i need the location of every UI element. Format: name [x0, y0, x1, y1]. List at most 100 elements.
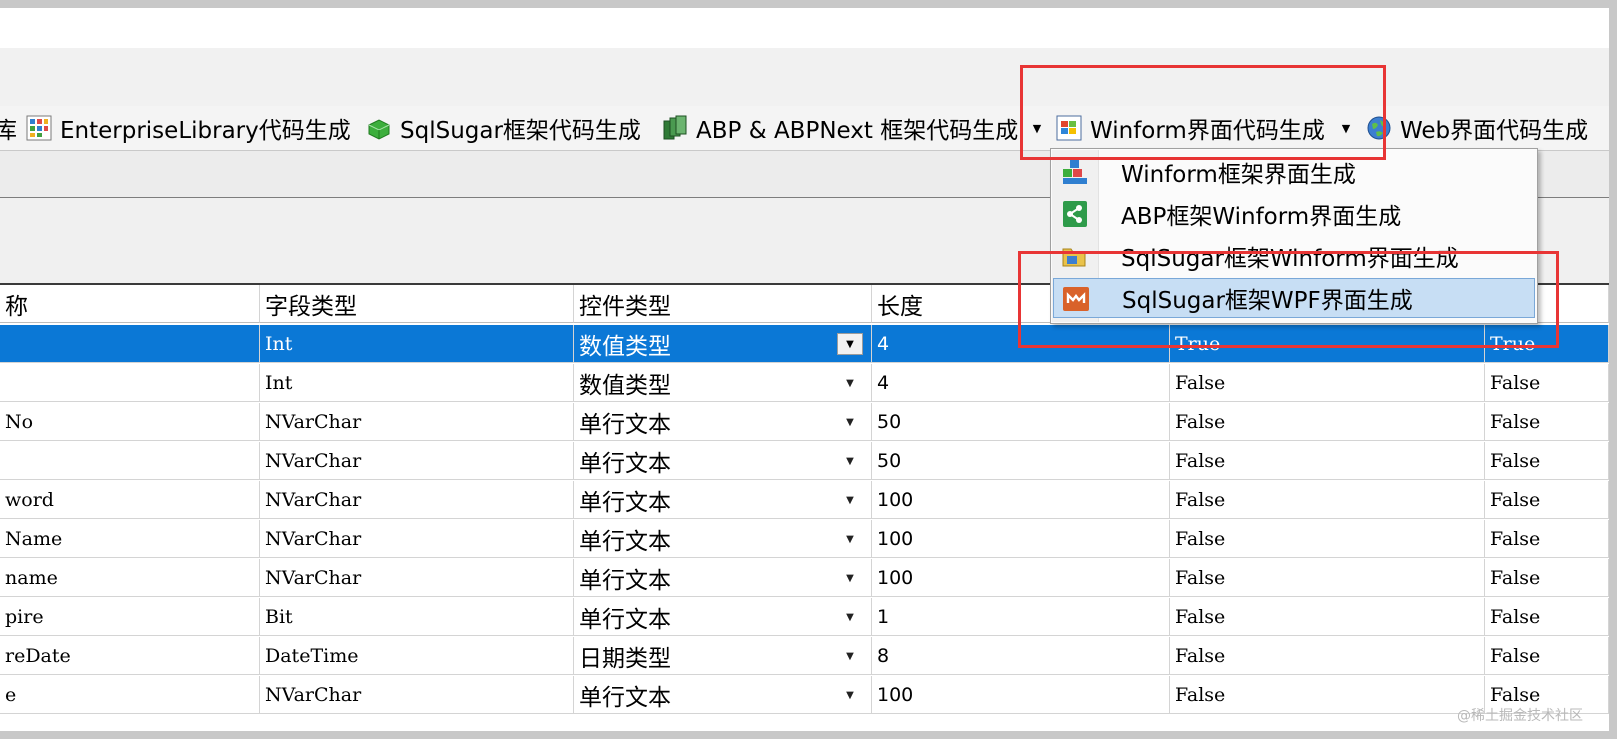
cell-length[interactable]: 100	[872, 481, 1170, 519]
abp-button[interactable]: ABP & ABPNext 框架代码生成	[662, 106, 1018, 150]
cell-field-type[interactable]: NVarChar	[260, 442, 574, 480]
cell-col5[interactable]: False	[1170, 442, 1485, 480]
cell-col5[interactable]: False	[1170, 520, 1485, 558]
cell-col6[interactable]: False	[1485, 442, 1609, 480]
cell-control-type[interactable]: 单行文本 ▼	[574, 520, 872, 558]
cell-control-type[interactable]: 单行文本 ▼	[574, 676, 872, 714]
toolbar-partial-item[interactable]: 库	[0, 106, 17, 150]
column-header-name[interactable]: 称	[0, 285, 260, 323]
cell-control-type[interactable]: 单行文本 ▼	[574, 481, 872, 519]
dropdown-arrow-icon[interactable]: ▼	[837, 333, 863, 355]
cell-col6[interactable]: False	[1485, 520, 1609, 558]
table-row[interactable]: e NVarChar 单行文本 ▼ 100 False False	[0, 676, 1609, 715]
cell-name[interactable]	[0, 325, 260, 363]
cell-text: False	[1490, 527, 1541, 550]
column-header-field-type[interactable]: 字段类型	[260, 285, 574, 323]
cell-col5[interactable]: False	[1170, 481, 1485, 519]
abp-dropdown-arrow[interactable]: ▼	[1030, 106, 1044, 150]
cell-length[interactable]: 4	[872, 364, 1170, 402]
enterprise-library-button[interactable]: EnterpriseLibrary代码生成	[26, 106, 351, 150]
dropdown-arrow-icon[interactable]: ▼	[837, 567, 863, 589]
cell-name[interactable]: reDate	[0, 637, 260, 675]
cell-name[interactable]: word	[0, 481, 260, 519]
cell-name[interactable]: No	[0, 403, 260, 441]
table-row[interactable]: No NVarChar 单行文本 ▼ 50 False False	[0, 403, 1609, 442]
menu-item-abp-winform[interactable]: ABP框架Winform界面生成	[1053, 194, 1535, 234]
cell-name[interactable]: e	[0, 676, 260, 714]
cell-text: False	[1175, 410, 1226, 433]
cell-field-type[interactable]: NVarChar	[260, 481, 574, 519]
cell-col6[interactable]: False	[1485, 403, 1609, 441]
cell-control-type[interactable]: 日期类型 ▼	[574, 637, 872, 675]
cell-length[interactable]: 100	[872, 520, 1170, 558]
cell-length[interactable]: 1	[872, 598, 1170, 636]
cell-length[interactable]: 100	[872, 676, 1170, 714]
cell-col6[interactable]: False	[1485, 364, 1609, 402]
menu-item-winform-framework[interactable]: Winform框架界面生成	[1053, 152, 1535, 192]
cell-name[interactable]	[0, 442, 260, 480]
cell-field-type[interactable]: DateTime	[260, 637, 574, 675]
dropdown-arrow-icon[interactable]: ▼	[837, 528, 863, 550]
cell-control-type[interactable]: 数值类型 ▼	[574, 325, 872, 363]
web-button[interactable]: Web界面代码生成	[1366, 106, 1588, 150]
cell-field-type[interactable]: Int	[260, 364, 574, 402]
cell-field-type[interactable]: NVarChar	[260, 676, 574, 714]
cell-length[interactable]: 50	[872, 442, 1170, 480]
cell-text: 单行文本	[579, 567, 671, 594]
cell-col5[interactable]: False	[1170, 637, 1485, 675]
dropdown-arrow-icon[interactable]: ▼	[837, 372, 863, 394]
cell-field-type[interactable]: NVarChar	[260, 520, 574, 558]
cell-field-type[interactable]: Int	[260, 325, 574, 363]
cell-control-type[interactable]: 数值类型 ▼	[574, 364, 872, 402]
cell-length[interactable]: 8	[872, 637, 1170, 675]
cell-control-type[interactable]: 单行文本 ▼	[574, 559, 872, 597]
cell-length[interactable]: 50	[872, 403, 1170, 441]
dropdown-arrow-icon[interactable]: ▼	[837, 645, 863, 667]
cell-col5[interactable]: True	[1170, 325, 1485, 363]
cell-col5[interactable]: False	[1170, 598, 1485, 636]
table-row[interactable]: name NVarChar 单行文本 ▼ 100 False False	[0, 559, 1609, 598]
cell-field-type[interactable]: Bit	[260, 598, 574, 636]
table-row[interactable]: reDate DateTime 日期类型 ▼ 8 False False	[0, 637, 1609, 676]
dropdown-arrow-icon[interactable]: ▼	[837, 684, 863, 706]
cell-col6[interactable]: False	[1485, 598, 1609, 636]
cell-length[interactable]: 100	[872, 559, 1170, 597]
dropdown-arrow-icon[interactable]: ▼	[837, 450, 863, 472]
cell-field-type[interactable]: NVarChar	[260, 403, 574, 441]
cell-col6[interactable]: True	[1485, 325, 1609, 363]
table-row[interactable]: Name NVarChar 单行文本 ▼ 100 False False	[0, 520, 1609, 559]
cell-control-type[interactable]: 单行文本 ▼	[574, 442, 872, 480]
cell-text: 1	[877, 605, 890, 628]
cell-col5[interactable]: False	[1170, 403, 1485, 441]
cell-col5[interactable]: False	[1170, 364, 1485, 402]
table-row[interactable]: Int 数值类型 ▼ 4 True True	[0, 325, 1609, 364]
ribbon-band	[0, 48, 1609, 106]
table-row[interactable]: NVarChar 单行文本 ▼ 50 False False	[0, 442, 1609, 481]
menu-item-sqlsugar-winform[interactable]: SqlSugar框架Winform界面生成	[1053, 236, 1535, 276]
cell-length[interactable]: 4	[872, 325, 1170, 363]
dropdown-arrow-icon[interactable]: ▼	[837, 606, 863, 628]
table-row[interactable]: Int 数值类型 ▼ 4 False False	[0, 364, 1609, 403]
winform-dropdown-arrow[interactable]: ▼	[1339, 106, 1353, 150]
cell-name[interactable]: pire	[0, 598, 260, 636]
sqlsugar-button[interactable]: SqlSugar框架代码生成	[366, 106, 641, 150]
cell-name[interactable]: name	[0, 559, 260, 597]
cell-col6[interactable]: False	[1485, 637, 1609, 675]
cell-col5[interactable]: False	[1170, 559, 1485, 597]
cell-col6[interactable]: False	[1485, 481, 1609, 519]
winform-button[interactable]: Winform界面代码生成	[1056, 106, 1325, 150]
dropdown-arrow-icon[interactable]: ▼	[837, 411, 863, 433]
cell-field-type[interactable]: NVarChar	[260, 559, 574, 597]
menu-item-sqlsugar-wpf[interactable]: SqlSugar框架WPF界面生成	[1053, 278, 1535, 318]
table-row[interactable]: word NVarChar 单行文本 ▼ 100 False False	[0, 481, 1609, 520]
cell-control-type[interactable]: 单行文本 ▼	[574, 598, 872, 636]
cell-control-type[interactable]: 单行文本 ▼	[574, 403, 872, 441]
cell-text: NVarChar	[265, 488, 362, 511]
cell-col5[interactable]: False	[1170, 676, 1485, 714]
cell-col6[interactable]: False	[1485, 559, 1609, 597]
cell-name[interactable]: Name	[0, 520, 260, 558]
column-header-control-type[interactable]: 控件类型	[574, 285, 872, 323]
dropdown-arrow-icon[interactable]: ▼	[837, 489, 863, 511]
table-row[interactable]: pire Bit 单行文本 ▼ 1 False False	[0, 598, 1609, 637]
cell-name[interactable]	[0, 364, 260, 402]
